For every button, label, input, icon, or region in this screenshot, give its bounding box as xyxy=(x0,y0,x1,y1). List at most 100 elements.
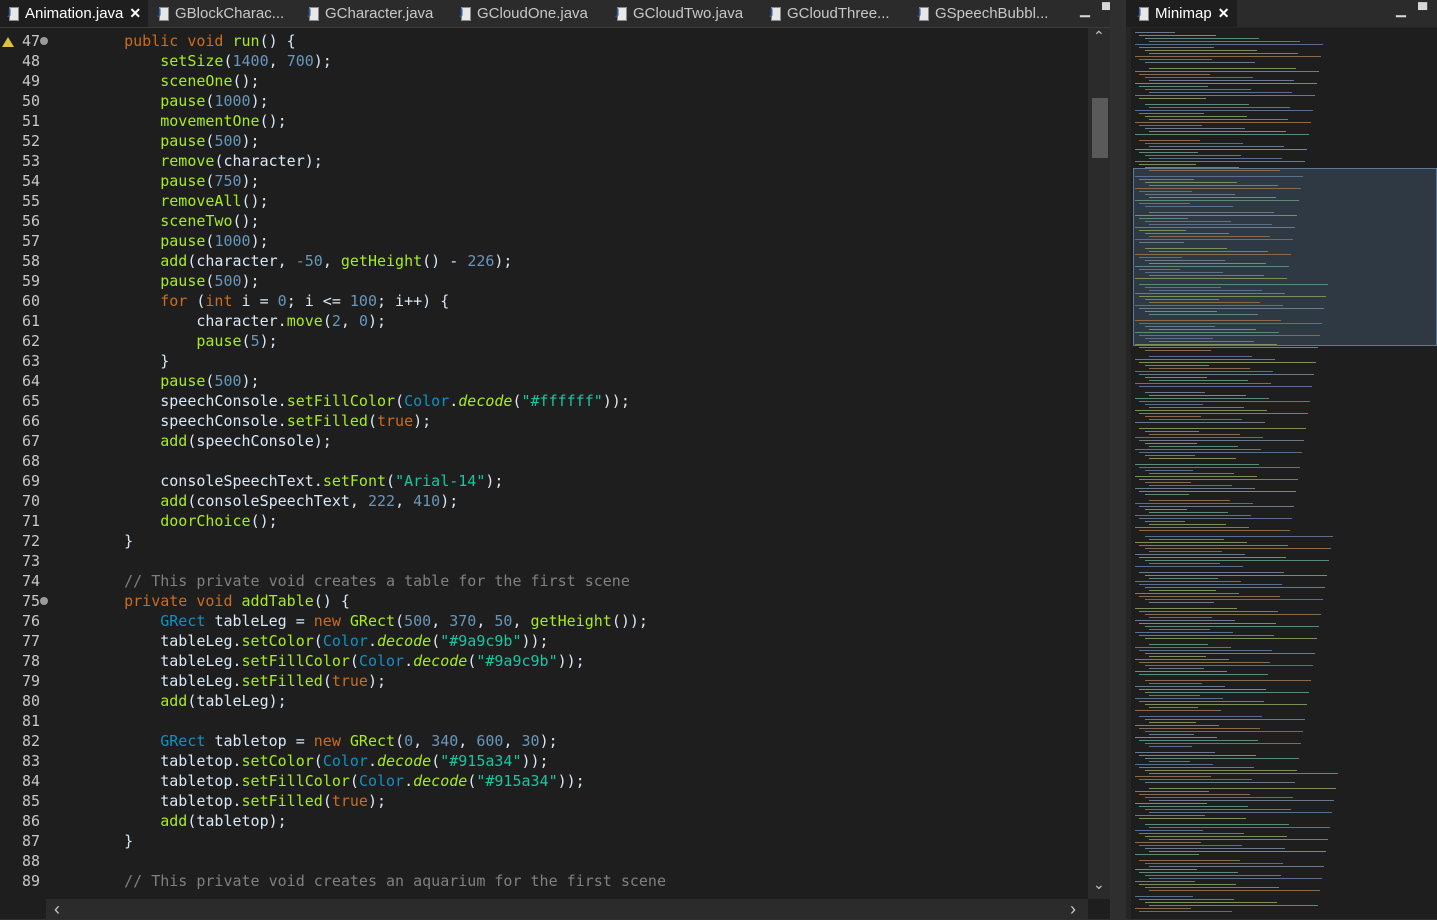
code-token: doorChoice xyxy=(160,512,251,530)
editor-tab[interactable]: GCloudOne.java xyxy=(452,0,606,27)
code-line[interactable]: pause(500); xyxy=(88,131,260,151)
minimap-code-line xyxy=(1135,752,1215,753)
minimap-code-line xyxy=(1145,248,1227,249)
minimize-icon[interactable]: ▁ xyxy=(1080,2,1090,18)
minimap-code-line xyxy=(1139,59,1212,60)
code-token: 500 xyxy=(214,132,242,150)
code-line[interactable]: tableLeg.setColor(Color.decode("#9a9c9b"… xyxy=(88,631,548,651)
minimap-code-line xyxy=(1145,38,1259,39)
code-line[interactable]: speechConsole.setFillColor(Color.decode(… xyxy=(88,391,630,411)
code-line[interactable]: pause(500); xyxy=(88,271,259,291)
code-line[interactable]: consoleSpeechText.setFont("Arial-14"); xyxy=(88,471,503,491)
close-icon[interactable]: ✕ xyxy=(1218,5,1230,22)
minimap-code-line xyxy=(1149,905,1318,906)
code-line[interactable]: } xyxy=(88,831,133,851)
code-line[interactable]: pause(1000); xyxy=(88,231,268,251)
horizontal-scrollbar[interactable]: ‹ › xyxy=(46,899,1088,919)
code-line[interactable]: add(consoleSpeechText, 222, 410); xyxy=(88,491,458,511)
code-line[interactable]: tableLeg.setFillColor(Color.decode("#9a9… xyxy=(88,651,584,671)
code-line[interactable]: private void addTable() { xyxy=(88,591,350,611)
code-token: ( xyxy=(349,652,359,670)
minimap-code-line xyxy=(1145,155,1241,156)
line-number-gutter: 47 48 49 50 51 52 53 54 55 56 57 58 59 60 61 62 63 64 65 66… xyxy=(0,28,70,899)
minimap-code-line xyxy=(1135,659,1229,660)
code-line[interactable]: add(tabletop); xyxy=(88,811,286,831)
code-token: ( xyxy=(386,472,396,490)
code-line[interactable]: // This private void creates a table for… xyxy=(88,571,630,591)
code-line[interactable]: removeAll(); xyxy=(88,191,268,211)
code-token: tableLeg. xyxy=(160,632,242,650)
editor-tab[interactable]: GBlockCharac... xyxy=(150,0,298,27)
code-line[interactable]: movementOne(); xyxy=(88,111,286,131)
editor-tab[interactable]: GSpeechBubbl... xyxy=(910,0,1070,27)
editor-tab[interactable]: GCloudThree... xyxy=(762,0,908,27)
minimap-canvas[interactable] xyxy=(1131,28,1437,919)
code-token: pause xyxy=(160,232,206,250)
code-token: ); xyxy=(241,132,260,150)
code-line[interactable]: GRect tabletop = new GRect(0, 340, 600, … xyxy=(88,731,557,751)
scroll-right-icon[interactable]: › xyxy=(1070,899,1076,920)
code-line[interactable]: character.move(2, 0); xyxy=(88,311,386,331)
close-icon[interactable]: ✕ xyxy=(129,5,141,22)
code-line[interactable]: sceneTwo(); xyxy=(88,211,259,231)
minimap-code-line xyxy=(1139,140,1200,141)
code-line[interactable]: tabletop.setFilled(true); xyxy=(88,791,386,811)
code-line[interactable]: setSize(1400, 700); xyxy=(88,51,332,71)
code-token: run xyxy=(232,32,260,50)
minimap-code-line xyxy=(1139,374,1314,375)
minimap-code-line xyxy=(1149,341,1254,342)
code-line[interactable]: } xyxy=(88,351,169,371)
code-line[interactable]: for (int i = 0; i <= 100; i++) { xyxy=(88,291,449,311)
vertical-scrollbar[interactable]: ⌃ ⌄ xyxy=(1088,28,1110,899)
minimap-code-line xyxy=(1135,266,1289,267)
line-number: 54 xyxy=(21,172,40,190)
minimap-code-line xyxy=(1139,860,1240,861)
code-line[interactable]: speechConsole.setFilled(true); xyxy=(88,411,431,431)
minimap-maximize-icon[interactable]: ▀ xyxy=(1418,2,1427,17)
code-line[interactable]: public void run() { xyxy=(88,31,296,51)
code-token: 700 xyxy=(286,52,314,70)
editor-tab[interactable]: GCharacter.java xyxy=(300,0,450,27)
line-number: 85 xyxy=(21,792,40,810)
fold-toggle-icon[interactable] xyxy=(40,597,48,605)
fold-toggle-icon[interactable] xyxy=(40,37,48,45)
vertical-scroll-thumb[interactable] xyxy=(1092,98,1108,158)
code-token: 410 xyxy=(413,492,441,510)
code-token: ); xyxy=(250,92,269,110)
code-line[interactable]: tabletop.setFillColor(Color.decode("#915… xyxy=(88,771,584,791)
minimap-code-line xyxy=(1139,635,1274,636)
code-line[interactable]: } xyxy=(88,531,133,551)
code-line[interactable]: pause(5); xyxy=(88,331,277,351)
scroll-left-icon[interactable]: ‹ xyxy=(54,899,60,920)
minimap-code-line xyxy=(1139,203,1190,204)
tab-minimap[interactable]: Minimap ✕ xyxy=(1126,0,1238,27)
code-line[interactable]: pause(500); xyxy=(88,371,259,391)
minimap-code-line xyxy=(1135,437,1263,438)
code-line[interactable]: add(speechConsole); xyxy=(88,431,332,451)
code-area[interactable]: public void run() { setSize(1400, 700); … xyxy=(70,28,1086,899)
code-line[interactable]: pause(750); xyxy=(88,171,259,191)
minimap-code-line xyxy=(1135,200,1299,201)
scroll-down-icon[interactable]: ⌄ xyxy=(1093,876,1105,893)
code-line[interactable]: sceneOne(); xyxy=(88,71,259,91)
minimap-code-line xyxy=(1145,536,1333,537)
pane-divider[interactable] xyxy=(1110,0,1126,919)
code-line[interactable]: tabletop.setColor(Color.decode("#915a34"… xyxy=(88,751,548,771)
code-line[interactable]: doorChoice(); xyxy=(88,511,277,531)
code-line[interactable]: pause(1000); xyxy=(88,91,269,111)
editor-tab[interactable]: Animation.java ✕ xyxy=(0,0,148,27)
code-line[interactable]: remove(character); xyxy=(88,151,323,171)
code-line[interactable]: tableLeg.setFilled(true); xyxy=(88,671,386,691)
code-line[interactable]: add(character, -50, getHeight() - 226); xyxy=(88,251,512,271)
code-line[interactable]: // This private void creates an aquarium… xyxy=(88,871,666,891)
code-line[interactable]: GRect tableLeg = new GRect(500, 370, 50,… xyxy=(88,611,648,631)
scroll-up-icon[interactable]: ⌃ xyxy=(1093,28,1105,45)
minimap-code-line xyxy=(1139,611,1278,612)
minimap-minimize-icon[interactable]: ▁ xyxy=(1396,2,1406,18)
minimap-code-line xyxy=(1145,809,1291,810)
editor-tab[interactable]: GCloudTwo.java xyxy=(608,0,760,27)
code-line[interactable]: add(tableLeg); xyxy=(88,691,286,711)
